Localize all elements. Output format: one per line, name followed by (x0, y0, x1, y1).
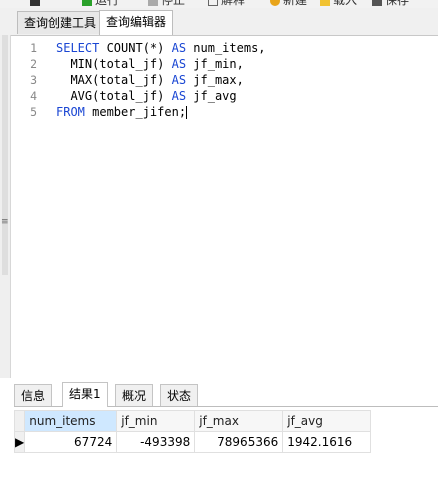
column-header-jf-min[interactable]: jf_min (116, 410, 196, 432)
code-line-2: MIN(total_jf) AS jf_min, (56, 57, 244, 71)
explain-button[interactable]: 解释 (208, 0, 245, 7)
cell-jf-max[interactable]: 78965366 (194, 431, 284, 453)
new-button[interactable]: 新建 (270, 0, 307, 7)
run-button[interactable]: 运行 (82, 0, 119, 7)
play-icon (82, 0, 92, 6)
new-label: 新建 (283, 0, 308, 7)
column-header-jf-max[interactable]: jf_max (194, 410, 284, 432)
explain-label: 解释 (221, 0, 246, 7)
load-label: 载入 (333, 0, 358, 7)
new-icon (270, 0, 280, 6)
grid-header-row: num_items jf_min jf_max jf_avg (13, 410, 372, 432)
cell-num-items[interactable]: 67724 (24, 431, 118, 453)
tab-overview[interactable]: 概况 (115, 384, 154, 406)
stop-icon (148, 0, 158, 6)
code-area[interactable]: SELECT COUNT(*) AS num_items, MIN(total_… (56, 40, 266, 120)
table-row[interactable]: ▶ 67724 -493398 78965366 1942.1616 (13, 431, 372, 453)
line-number: 1 (30, 41, 37, 55)
column-header-num-items[interactable]: num_items (24, 410, 118, 432)
code-line-5: FROM member_jifen; (56, 105, 188, 119)
sql-editor[interactable]: 1 2 3 4 5 SELECT COUNT(*) AS num_items, … (11, 36, 438, 378)
run-label: 运行 (95, 0, 120, 7)
tab-query-builder[interactable]: 查询创建工具 (17, 11, 104, 34)
tab-status[interactable]: 状态 (160, 384, 199, 406)
line-number-gutter: 1 2 3 4 5 (11, 40, 43, 120)
line-number: 5 (30, 105, 37, 119)
line-number: 4 (30, 89, 37, 103)
text-cursor (186, 106, 188, 119)
top-toolbar: 运行 停止 解释 新建 载入 保存 (0, 0, 438, 8)
tab-query-editor[interactable]: 查询编辑器 (99, 10, 174, 35)
save-label: 保存 (385, 0, 410, 7)
editor-tab-bar: 查询创建工具 查询编辑器 (0, 8, 438, 36)
save-icon (372, 0, 382, 6)
code-line-4: AVG(total_jf) AS jf_avg (56, 89, 237, 103)
save-button[interactable]: 保存 (372, 0, 409, 7)
stop-label: 停止 (161, 0, 186, 7)
tab-result1[interactable]: 结果1 (62, 382, 108, 407)
result-grid[interactable]: num_items jf_min jf_max jf_avg ▶ 67724 -… (13, 410, 372, 453)
explain-icon (208, 0, 218, 6)
toolbar-item-menu[interactable] (30, 0, 43, 7)
column-header-jf-avg[interactable]: jf_avg (282, 410, 372, 432)
left-splitter[interactable]: ≡ (0, 35, 11, 378)
current-row-arrow-icon: ▶ (13, 431, 26, 453)
code-line-3: MAX(total_jf) AS jf_max, (56, 73, 244, 87)
folder-icon (320, 0, 330, 6)
cell-jf-avg[interactable]: 1942.1616 (282, 431, 372, 453)
load-button[interactable]: 载入 (320, 0, 357, 7)
row-indicator-header (13, 410, 26, 432)
result-tab-bar: 信息 结果1 概况 状态 (14, 380, 438, 407)
splitter-track[interactable] (2, 35, 8, 275)
splitter-grip-icon[interactable]: ≡ (1, 218, 9, 227)
tab-info[interactable]: 信息 (14, 384, 53, 406)
menu-icon (30, 0, 40, 6)
line-number: 3 (30, 73, 37, 87)
cell-jf-min[interactable]: -493398 (116, 431, 196, 453)
code-line-1: SELECT COUNT(*) AS num_items, (56, 41, 266, 55)
stop-button[interactable]: 停止 (148, 0, 185, 7)
line-number: 2 (30, 57, 37, 71)
